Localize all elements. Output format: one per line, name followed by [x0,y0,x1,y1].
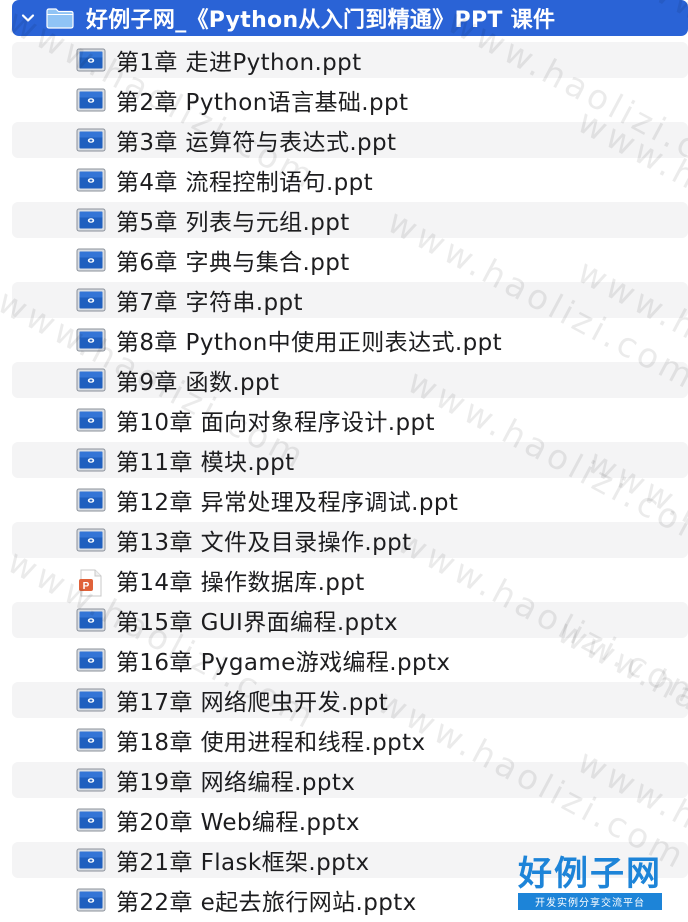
logo-sub-text: 开发实例分享交流平台 [518,893,662,910]
file-row[interactable]: 第10章 面向对象程序设计.ppt [0,400,688,440]
file-row[interactable]: P 第14章 操作数据库.ppt [0,560,688,600]
file-row[interactable]: 第19章 网络编程.pptx [0,760,688,800]
keynote-file-icon [76,128,106,152]
keynote-file-icon [76,328,106,352]
chevron-down-icon[interactable] [20,10,36,26]
file-name: 第13章 文件及目录操作.ppt [116,530,412,556]
file-row[interactable]: 第4章 流程控制语句.ppt [0,160,688,200]
file-name: 第11章 模块.ppt [116,450,295,476]
file-row[interactable]: 第12章 异常处理及程序调试.ppt [0,480,688,520]
keynote-file-icon [76,888,106,912]
file-row[interactable]: 第11章 模块.ppt [0,440,688,480]
keynote-file-icon [76,608,106,632]
file-name: 第2章 Python语言基础.ppt [116,90,409,116]
file-row[interactable]: 第8章 Python中使用正则表达式.ppt [0,320,688,360]
logo-main-text: 好例子网 [518,854,662,894]
file-name: 第17章 网络爬虫开发.ppt [116,690,389,716]
file-name: 第4章 流程控制语句.ppt [116,170,374,196]
file-row[interactable]: 第1章 走进Python.ppt [0,40,688,80]
keynote-file-icon [76,728,106,752]
file-name: 第5章 列表与元组.ppt [116,210,350,236]
keynote-file-icon [76,408,106,432]
file-name: 第22章 e起去旅行网站.pptx [116,890,417,916]
keynote-file-icon [76,688,106,712]
file-row[interactable]: 第9章 函数.ppt [0,360,688,400]
file-name: 第1章 走进Python.ppt [116,50,362,76]
file-name: 第6章 字典与集合.ppt [116,250,350,276]
file-row[interactable]: 第15章 GUI界面编程.pptx [0,600,688,640]
powerpoint-file-icon: P [76,569,106,597]
file-name: 第3章 运算符与表达式.ppt [116,130,397,156]
file-name: 第16章 Pygame游戏编程.pptx [116,650,451,676]
file-row[interactable]: 第2章 Python语言基础.ppt [0,80,688,120]
file-row[interactable]: 第16章 Pygame游戏编程.pptx [0,640,688,680]
folder-row[interactable]: 好例子网_《Python从入门到精通》PPT 课件 [12,0,688,36]
keynote-file-icon [76,528,106,552]
file-name: 第8章 Python中使用正则表达式.ppt [116,330,502,356]
file-name: 第14章 操作数据库.ppt [116,570,365,596]
file-name: 第18章 使用进程和线程.pptx [116,730,426,756]
file-name: 第12章 异常处理及程序调试.ppt [116,490,459,516]
svg-text:P: P [83,581,90,592]
file-name: 第20章 Web编程.pptx [116,810,360,836]
keynote-file-icon [76,88,106,112]
file-name: 第10章 面向对象程序设计.ppt [116,410,435,436]
keynote-file-icon [76,368,106,392]
keynote-file-icon [76,768,106,792]
keynote-file-icon [76,248,106,272]
keynote-file-icon [76,488,106,512]
file-row[interactable]: 第17章 网络爬虫开发.ppt [0,680,688,720]
keynote-file-icon [76,648,106,672]
file-name: 第7章 字符串.ppt [116,290,303,316]
file-name: 第15章 GUI界面编程.pptx [116,610,398,636]
file-name: 第19章 网络编程.pptx [116,770,356,796]
keynote-file-icon [76,168,106,192]
file-row[interactable]: 第18章 使用进程和线程.pptx [0,720,688,760]
keynote-file-icon [76,848,106,872]
file-row[interactable]: 第6章 字典与集合.ppt [0,240,688,280]
file-row[interactable]: 第20章 Web编程.pptx [0,800,688,840]
keynote-file-icon [76,808,106,832]
file-name: 第9章 函数.ppt [116,370,280,396]
file-row[interactable]: 第5章 列表与元组.ppt [0,200,688,240]
keynote-file-icon [76,48,106,72]
file-row[interactable]: 第7章 字符串.ppt [0,280,688,320]
finder-list-view: 好例子网_《Python从入门到精通》PPT 课件 第1章 走进Python.p… [0,0,688,922]
file-row[interactable]: 第3章 运算符与表达式.ppt [0,120,688,160]
file-list: 第1章 走进Python.ppt 第2章 Python语言基础.ppt 第3章 运算… [0,40,688,920]
site-logo: 好例子网 开发实例分享交流平台 [518,856,662,910]
file-name: 第21章 Flask框架.pptx [116,850,370,876]
file-row[interactable]: 第13章 文件及目录操作.ppt [0,520,688,560]
folder-title: 好例子网_《Python从入门到精通》PPT 课件 [86,8,556,33]
keynote-file-icon [76,208,106,232]
folder-icon [46,7,74,29]
keynote-file-icon [76,448,106,472]
keynote-file-icon [76,288,106,312]
